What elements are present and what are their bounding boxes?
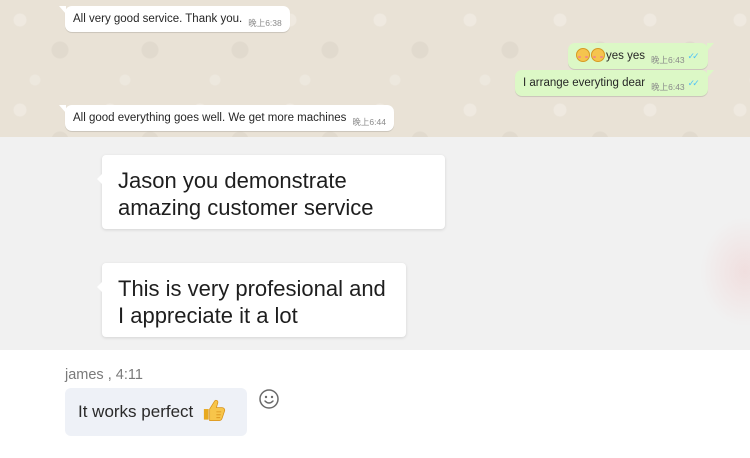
message-card: Jason you demonstrate amazing customer s… xyxy=(97,155,445,229)
message-bubble: It works perfect xyxy=(65,388,247,436)
relieved-face-icon xyxy=(591,48,605,62)
message-time: 晚上6:43 xyxy=(651,55,685,65)
outgoing-message-bubble: yes yes 晚上6:43 ✓✓ xyxy=(568,43,714,69)
incoming-message-bubble: All very good service. Thank you. 晚上6:38 xyxy=(59,6,290,32)
message-text: I arrange everyting dear xyxy=(523,77,646,89)
outgoing-message-bubble: I arrange everyting dear 晚上6:43 ✓✓ xyxy=(515,70,714,96)
message-time: 晚上6:44 xyxy=(352,117,386,127)
message-text: It works perfect xyxy=(78,402,194,421)
card-text: This is very profesional and I appreciat… xyxy=(118,276,386,328)
double-check-icon: ✓✓ xyxy=(687,78,700,88)
chat-cards-screenshot: Jason you demonstrate amazing customer s… xyxy=(0,137,750,350)
incoming-message-bubble: All good everything goes well. We get mo… xyxy=(59,105,394,131)
message-text: yes yes xyxy=(606,50,645,62)
message-text: All good everything goes well. We get mo… xyxy=(73,112,347,124)
message-text: All very good service. Thank you. xyxy=(73,13,243,25)
thumbs-up-icon xyxy=(203,399,226,421)
whatsapp-chat-screenshot: All very good service. Thank you. 晚上6:38 … xyxy=(0,0,750,137)
relieved-face-icon xyxy=(576,48,590,62)
sender-and-time: james , 4:11 xyxy=(65,367,143,383)
card-text: Jason you demonstrate amazing customer s… xyxy=(118,168,374,220)
message-time: 晚上6:38 xyxy=(248,18,282,28)
double-check-icon: ✓✓ xyxy=(687,51,700,61)
message-time: 晚上6:43 xyxy=(651,82,685,92)
smiley-icon[interactable] xyxy=(258,388,280,410)
message-card: This is very profesional and I appreciat… xyxy=(97,263,406,337)
chat-message-screenshot: james , 4:11 It works perfect xyxy=(0,350,750,438)
